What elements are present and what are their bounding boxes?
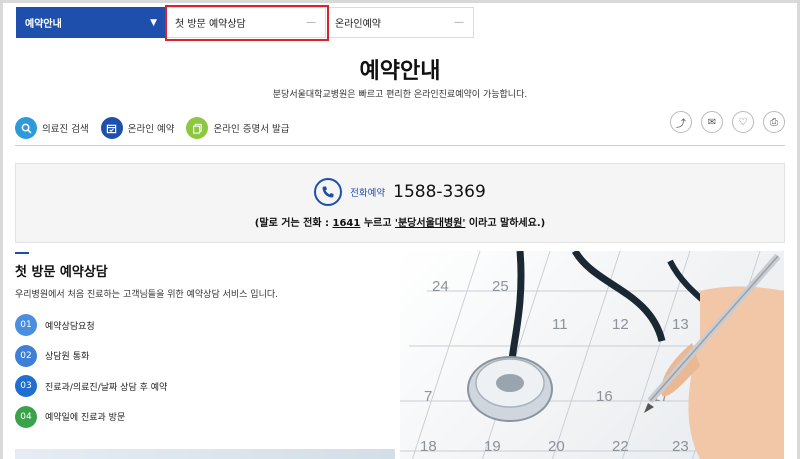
quick-link-certificate[interactable]: 온라인 증명서 발급 bbox=[186, 117, 289, 139]
search-icon bbox=[15, 117, 37, 139]
quick-link-doctor-search[interactable]: 의료진 검색 bbox=[15, 117, 89, 139]
call-note-name: '분당서울대병원' bbox=[394, 218, 466, 229]
page-subtitle: 분당서울대학교병원은 빠르고 편리한 온라인진료예약이 가능합니다. bbox=[272, 90, 528, 100]
call-note-mid: 누르고 bbox=[360, 218, 395, 229]
calendar-number: 16 bbox=[596, 388, 613, 405]
share-icon[interactable]: ⤴ bbox=[670, 111, 692, 133]
caret-down-icon: ▼ bbox=[150, 17, 157, 28]
photo-illustration: 7 11 12 13 14 15 16 17 18 19 20 22 23 24… bbox=[400, 251, 784, 459]
quick-link-label: 의료진 검색 bbox=[42, 124, 89, 135]
stethoscope-calendar-photo: 7 11 12 13 14 15 16 17 18 19 20 22 23 24… bbox=[400, 251, 784, 459]
call-note-code: 1641 bbox=[332, 218, 361, 229]
share-toolbar: ⤴ ✉ ♡ ⎙ bbox=[661, 111, 785, 133]
calendar-number: 22 bbox=[612, 438, 629, 455]
call-number[interactable]: 1588-3369 bbox=[393, 182, 486, 202]
step-item: 01 예약상담요청 bbox=[15, 312, 167, 338]
heart-icon[interactable]: ♡ bbox=[732, 111, 754, 133]
highlight-box bbox=[165, 5, 329, 41]
dash-icon: — bbox=[454, 17, 464, 28]
quick-links: 의료진 검색 온라인 예약 온라인 증명서 발급 bbox=[15, 117, 301, 139]
calendar-number: 13 bbox=[672, 316, 689, 333]
calendar-number: 18 bbox=[420, 438, 437, 455]
phone-icon bbox=[314, 178, 343, 206]
step-label: 예약상담요청 bbox=[45, 321, 95, 332]
calendar-number: 20 bbox=[548, 438, 565, 455]
calendar-number: 23 bbox=[672, 438, 689, 455]
dropdown-reservation-info[interactable]: 예약안내 ▼ bbox=[16, 7, 166, 38]
phone-reservation-box: 전화예약 1588-3369 (말로 거는 전화 : 1641 누르고 '분당서… bbox=[15, 163, 785, 243]
calendar-number: 25 bbox=[492, 278, 509, 295]
bottom-image-strip bbox=[15, 449, 395, 459]
divider bbox=[15, 145, 785, 146]
section-title: 첫 방문 예약상담 bbox=[15, 265, 108, 280]
document-icon bbox=[186, 117, 209, 139]
calendar-number: 7 bbox=[424, 388, 432, 405]
call-note-suffix: 이라고 말하세요.) bbox=[465, 218, 546, 229]
mail-icon[interactable]: ✉ bbox=[701, 111, 723, 133]
print-icon[interactable]: ⎙ bbox=[763, 111, 785, 133]
steps-list: 01 예약상담요청 02 상담원 통화 03 진료과/의료진/날짜 상담 후 예… bbox=[15, 312, 167, 434]
section-description: 우리병원에서 처음 진료하는 고객님들을 위한 예약상담 서비스 입니다. bbox=[15, 290, 279, 300]
step-label: 예약일에 진료과 방문 bbox=[45, 413, 126, 423]
quick-link-online-reservation[interactable]: 온라인 예약 bbox=[100, 117, 175, 139]
page-frame: 예약안내 ▼ 첫 방문 예약상담 — 온라인예약 — 예약안내 분당서울대학교병… bbox=[3, 3, 797, 459]
dropdown-label: 예약안내 bbox=[25, 19, 62, 30]
step-label: 상담원 통화 bbox=[45, 352, 90, 362]
dropdown-online-reservation[interactable]: 온라인예약 — bbox=[326, 7, 474, 38]
call-note-prefix: (말로 거는 전화 : bbox=[254, 218, 333, 229]
step-item: 02 상담원 통화 bbox=[15, 343, 167, 369]
call-note: (말로 거는 전화 : 1641 누르고 '분당서울대병원' 이라고 말하세요.… bbox=[16, 214, 784, 229]
step-label: 진료과/의료진/날짜 상담 후 예약 bbox=[45, 382, 168, 393]
page-title: 예약안내 bbox=[359, 59, 441, 84]
calendar-number: 11 bbox=[552, 316, 568, 333]
calendar-number: 19 bbox=[484, 438, 501, 455]
quick-link-label: 온라인 증명서 발급 bbox=[213, 124, 290, 135]
step-number-badge: 01 bbox=[15, 314, 37, 336]
quick-link-label: 온라인 예약 bbox=[127, 124, 175, 135]
dropdown-label: 온라인예약 bbox=[335, 19, 381, 30]
step-item: 04 예약일에 진료과 방문 bbox=[15, 404, 167, 430]
calendar-icon bbox=[100, 117, 123, 139]
calendar-number: 24 bbox=[432, 278, 449, 295]
call-label: 전화예약 bbox=[350, 188, 386, 199]
calendar-number: 12 bbox=[612, 316, 629, 333]
section-accent-bar bbox=[15, 252, 29, 254]
step-number-badge: 03 bbox=[15, 375, 37, 397]
call-line: 전화예약 1588-3369 bbox=[16, 178, 784, 206]
step-number-badge: 04 bbox=[15, 405, 37, 428]
step-item: 03 진료과/의료진/날짜 상담 후 예약 bbox=[15, 373, 167, 399]
step-number-badge: 02 bbox=[15, 344, 37, 367]
